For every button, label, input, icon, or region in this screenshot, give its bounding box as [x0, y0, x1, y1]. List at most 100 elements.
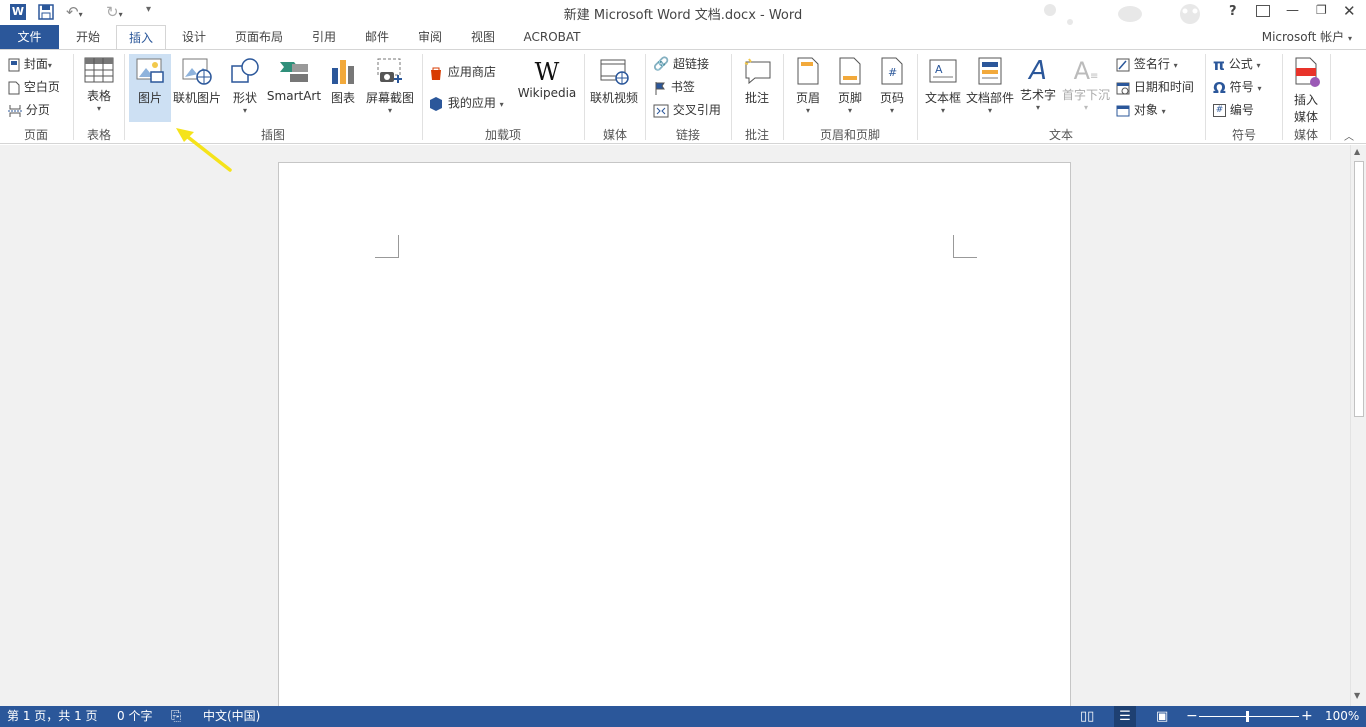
insert-media-button[interactable]: 插入 媒体 [1286, 56, 1326, 125]
word-count[interactable]: 0 个字 [117, 706, 152, 727]
drop-cap-icon: A≡ [1073, 57, 1099, 85]
scrollbar-thumb[interactable] [1354, 161, 1364, 417]
online-video-button[interactable]: 联机视频 [588, 56, 640, 106]
chart-button[interactable]: 图表 [324, 56, 362, 106]
group-label-comments: 批注 [744, 128, 769, 142]
smartart-icon [280, 62, 308, 82]
page-number-label: 页码 [879, 91, 904, 105]
footer-button[interactable]: 页脚 ▾ [830, 56, 870, 115]
insert-media-icon [1295, 57, 1320, 87]
tab-view[interactable]: 视图 [459, 25, 507, 49]
wordart-icon: A [1029, 56, 1047, 86]
symbol-button[interactable]: Ω 符号 ▾ [1213, 77, 1261, 97]
read-mode-icon[interactable]: ▯▯ [1080, 706, 1094, 727]
web-layout-icon[interactable]: ▣ [1156, 706, 1168, 727]
document-area [0, 145, 1350, 706]
account-menu[interactable]: Microsoft 帐户 ▾ [1224, 25, 1358, 49]
footer-label: 页脚 [837, 91, 862, 105]
help-button[interactable]: ? [1229, 4, 1237, 19]
redo-icon[interactable]: ↻▾ [106, 3, 128, 21]
number-button[interactable]: # 编号 [1213, 100, 1254, 120]
picture-icon [136, 58, 164, 83]
save-icon[interactable] [38, 4, 54, 20]
tab-acrobat[interactable]: ACROBAT [516, 25, 588, 49]
print-layout-icon[interactable]: ☰ [1114, 706, 1136, 727]
table-button[interactable]: 表格 ▾ [78, 56, 120, 113]
bookmark-button[interactable]: 书签 [653, 77, 695, 97]
page-number-button[interactable]: # 页码 ▾ [872, 56, 912, 115]
hyperlink-button[interactable]: 🔗 超链接 [653, 54, 709, 74]
wordart-button[interactable]: A 艺术字 ▾ [1018, 56, 1058, 112]
date-time-icon [1116, 82, 1130, 94]
svg-text:#: # [888, 66, 897, 79]
my-apps-label: 我的应用 [447, 96, 496, 110]
customize-icon[interactable]: ▾ [146, 4, 160, 20]
zoom-in-button[interactable]: + [1301, 706, 1313, 727]
screenshot-icon [377, 58, 402, 83]
language-indicator[interactable]: 中文(中国) [203, 706, 260, 727]
group-label-symbols: 符号 [1231, 128, 1256, 142]
insert-media-label-2: 媒体 [1293, 110, 1318, 124]
collapse-ribbon-icon[interactable]: ︿ [1344, 128, 1354, 143]
tab-design[interactable]: 设计 [170, 25, 218, 49]
zoom-out-button[interactable]: − [1186, 706, 1198, 727]
cover-page-button[interactable]: 封面▾ [8, 54, 52, 74]
shapes-button[interactable]: 形状 ▾ [225, 56, 265, 115]
tab-insert[interactable]: 插入 [116, 25, 166, 49]
my-apps-button[interactable]: 我的应用 ▾ [428, 93, 504, 113]
restore-button[interactable]: ❐ [1316, 3, 1327, 17]
smartart-button[interactable]: SmartArt [266, 56, 322, 103]
tab-page-layout[interactable]: 页面布局 [226, 25, 292, 49]
annotation-arrow [176, 128, 232, 172]
zoom-slider-thumb[interactable] [1246, 711, 1249, 722]
header-button[interactable]: 页眉 ▾ [788, 56, 828, 115]
tab-file[interactable]: 文件 [0, 25, 59, 49]
cross-reference-button[interactable]: 交叉引用 [653, 100, 721, 120]
drop-cap-button[interactable]: A≡ 首字下沉 ▾ [1060, 56, 1112, 112]
zoom-level[interactable]: 100% [1325, 706, 1359, 727]
cross-reference-label: 交叉引用 [672, 103, 721, 117]
document-page[interactable] [278, 162, 1071, 706]
tab-home[interactable]: 开始 [64, 25, 112, 49]
signature-line-button[interactable]: 签名行 ▾ [1116, 54, 1178, 74]
ribbon-display-options-icon[interactable] [1256, 5, 1270, 17]
tab-mailings[interactable]: 邮件 [353, 25, 401, 49]
close-button[interactable]: ✕ [1343, 2, 1356, 20]
comment-label: 批注 [744, 91, 769, 105]
scroll-up-icon[interactable]: ▲ [1354, 147, 1360, 156]
zoom-slider[interactable] [1199, 711, 1299, 722]
tab-references[interactable]: 引用 [300, 25, 348, 49]
comment-button[interactable]: 批注 [737, 56, 777, 106]
my-apps-icon [430, 96, 442, 111]
quick-parts-button[interactable]: 文档部件 ▾ [964, 56, 1016, 115]
screenshot-button[interactable]: 屏幕截图 ▾ [363, 56, 417, 115]
page-count[interactable]: 第 1 页，共 1 页 [7, 706, 98, 727]
minimize-button[interactable]: — [1286, 3, 1299, 18]
online-pictures-button[interactable]: 联机图片 [173, 56, 221, 106]
text-box-button[interactable]: A 文本框 ▾ [922, 56, 964, 115]
table-icon [84, 57, 114, 83]
vertical-scrollbar[interactable]: ▲ ▼ [1350, 145, 1366, 706]
cover-page-label: 封面 [23, 57, 48, 71]
online-pictures-label: 联机图片 [173, 91, 222, 105]
object-button[interactable]: 对象 ▾ [1116, 100, 1166, 120]
pictures-button[interactable]: 图片 [129, 54, 171, 122]
undo-icon[interactable]: ↶▾ [66, 3, 88, 21]
equation-button[interactable]: π 公式 ▾ [1213, 54, 1261, 74]
date-time-button[interactable]: 日期和时间 [1116, 77, 1194, 97]
group-label-links: 链接 [675, 128, 700, 142]
proofing-icon[interactable]: ⎘ [171, 706, 181, 727]
store-button[interactable]: 应用商店 [428, 62, 496, 82]
wikipedia-button[interactable]: W Wikipedia [516, 58, 578, 100]
omega-icon: Ω [1213, 78, 1226, 97]
account-name: Microsoft 帐户 [1261, 30, 1345, 44]
wikipedia-label: Wikipedia [517, 86, 577, 100]
drop-cap-label: 首字下沉 [1061, 88, 1110, 102]
blank-page-button[interactable]: 空白页 [8, 77, 60, 97]
status-bar: 第 1 页，共 1 页 0 个字 ⎘ 中文(中国) ▯▯ ☰ ▣ − + 100… [0, 706, 1366, 727]
bookmark-icon [655, 81, 665, 95]
scroll-down-icon[interactable]: ▼ [1354, 691, 1360, 700]
page-break-button[interactable]: 分页 [8, 100, 50, 120]
cover-page-icon [8, 58, 20, 71]
tab-review[interactable]: 审阅 [406, 25, 454, 49]
